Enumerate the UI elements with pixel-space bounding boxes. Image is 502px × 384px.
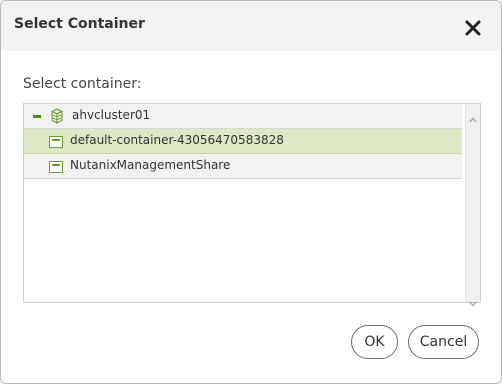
tree-item-label: default-container-43056470583828 (70, 133, 284, 147)
tree-item-label: NutanixManagementShare (70, 158, 231, 172)
cancel-button[interactable]: Cancel (408, 325, 479, 359)
tree-node-label: ahvcluster01 (72, 108, 151, 122)
scroll-up-icon[interactable] (469, 108, 477, 123)
tree-node-cluster[interactable]: ahvcluster01 (24, 104, 462, 129)
tree-item-default-container[interactable]: default-container-43056470583828 (24, 129, 462, 154)
dialog-header: Select Container (1, 1, 501, 51)
collapse-minus-icon[interactable] (33, 115, 41, 118)
select-container-label: Select container: (23, 76, 142, 92)
tree-scrollbar[interactable] (465, 104, 480, 307)
ok-button[interactable]: OK (351, 325, 398, 359)
container-tree[interactable]: ahvcluster01 default-container-430564705… (23, 103, 481, 307)
select-container-dialog: Select Container Select container: ahvcl… (0, 0, 502, 384)
scroll-down-icon[interactable] (469, 292, 477, 307)
cluster-icon (49, 108, 65, 124)
dialog-title: Select Container (14, 16, 145, 32)
storage-container-icon (49, 134, 63, 148)
tree-item-nutanix-management-share[interactable]: NutanixManagementShare (24, 154, 462, 179)
storage-container-icon (49, 159, 63, 173)
close-icon[interactable] (463, 18, 483, 38)
